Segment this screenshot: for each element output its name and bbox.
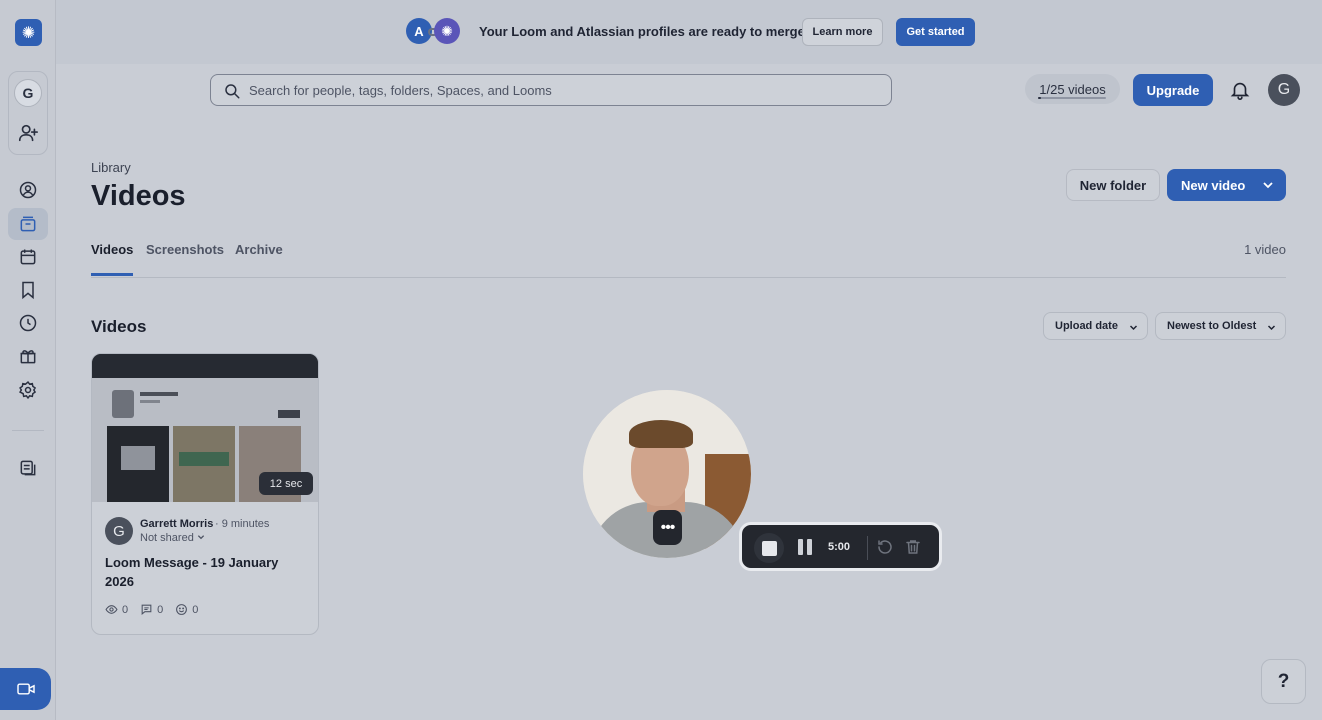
sidebar-item-calendar[interactable] <box>8 241 48 273</box>
bookmark-icon <box>22 281 34 300</box>
video-count: 1 video <box>1244 242 1286 257</box>
library-tabs: Videos Screenshots Archive 1 video <box>91 242 1286 278</box>
sort-field-label: Upload date <box>1055 320 1118 332</box>
search-input[interactable] <box>249 75 879 105</box>
loom-logo-icon: ✺ <box>434 18 460 44</box>
settings-icon <box>19 381 37 400</box>
reactions-count: 0 <box>192 603 199 616</box>
notes-icon <box>20 460 36 476</box>
views-stat: 0 <box>105 603 128 616</box>
help-button[interactable]: ? <box>1261 659 1306 704</box>
usage-indicator[interactable]: 1/25 videos <box>1025 74 1120 104</box>
new-video-button[interactable]: New video <box>1167 169 1286 201</box>
video-thumbnail[interactable]: 12 sec <box>92 354 318 502</box>
tab-screenshots[interactable]: Screenshots <box>146 242 224 276</box>
sidebar-divider <box>12 430 44 431</box>
pause-button[interactable] <box>798 539 812 555</box>
sharing-status-dropdown[interactable]: Not shared <box>140 532 205 544</box>
trash-icon[interactable] <box>904 538 922 556</box>
new-video-label: New video <box>1181 177 1246 193</box>
user-avatar[interactable]: G <box>1268 74 1300 106</box>
sort-order-label: Newest to Oldest <box>1167 320 1257 332</box>
workspace-group: G <box>8 71 48 155</box>
banner-message: Your Loom and Atlassian profiles are rea… <box>479 24 805 39</box>
sidebar-item-gifts[interactable] <box>8 340 48 372</box>
sidebar-item-library[interactable] <box>8 208 48 240</box>
comment-icon <box>141 604 152 615</box>
notification-bell-icon[interactable] <box>1229 79 1251 101</box>
eye-icon <box>105 605 118 614</box>
reactions-stat: 0 <box>175 603 198 616</box>
sidebar-item-history[interactable] <box>8 307 48 339</box>
usage-progress-bar <box>1038 97 1106 99</box>
learn-more-button[interactable]: Learn more <box>802 18 883 46</box>
chevron-down-icon <box>197 535 204 540</box>
new-folder-button[interactable]: New folder <box>1066 169 1160 201</box>
loom-logo-icon[interactable]: ✺ <box>15 19 42 46</box>
search-icon <box>225 84 240 99</box>
page-title: Videos <box>91 180 186 212</box>
duration-badge: 12 sec <box>259 472 313 495</box>
video-stats: 0 0 0 <box>105 603 198 616</box>
recording-controls: 5:00 <box>739 522 942 571</box>
clock-icon <box>19 314 37 332</box>
profile-icon <box>19 181 37 199</box>
sidebar-item-bookmarks[interactable] <box>8 274 48 306</box>
sort-order-dropdown[interactable]: Newest to Oldest <box>1155 312 1286 340</box>
gift-icon <box>20 350 36 364</box>
smiley-icon <box>176 604 188 615</box>
sidebar-item-profile[interactable] <box>8 174 48 206</box>
video-card[interactable]: 12 sec G Garrett Morris · 9 minutes Not … <box>91 353 319 635</box>
invite-user-icon[interactable] <box>17 122 39 144</box>
sidebar-item-settings[interactable] <box>8 374 48 406</box>
views-count: 0 <box>122 603 129 616</box>
camera-more-options-button[interactable]: ••• <box>653 510 682 545</box>
usage-progress-fill <box>1038 97 1041 99</box>
chevron-down-icon <box>1129 325 1138 331</box>
sort-field-dropdown[interactable]: Upload date <box>1043 312 1148 340</box>
record-button[interactable] <box>0 668 51 710</box>
comments-count: 0 <box>157 603 164 616</box>
chevron-down-icon <box>1263 182 1273 189</box>
banner-logos: A ✺ <box>406 17 462 45</box>
breadcrumb[interactable]: Library <box>91 160 131 175</box>
chevron-down-icon <box>1267 325 1276 331</box>
merge-banner: A ✺ Your Loom and Atlassian profiles are… <box>56 0 1322 64</box>
time-ago: · 9 minutes <box>215 518 270 530</box>
get-started-button[interactable]: Get started <box>896 18 975 46</box>
calendar-icon <box>20 249 36 265</box>
restart-icon[interactable] <box>876 538 894 556</box>
stop-icon <box>761 540 777 556</box>
search-bar[interactable] <box>210 74 892 106</box>
tab-videos[interactable]: Videos <box>91 242 134 276</box>
upgrade-button[interactable]: Upgrade <box>1133 74 1213 106</box>
video-camera-icon <box>16 683 35 695</box>
author-avatar: G <box>105 517 133 545</box>
author-name[interactable]: Garrett Morris <box>140 518 213 530</box>
video-title[interactable]: Loom Message - 19 January 2026 <box>105 553 305 591</box>
stop-recording-button[interactable] <box>754 533 784 563</box>
sharing-status: Not shared <box>140 532 194 544</box>
sidebar: ✺ G <box>0 0 56 720</box>
library-icon <box>20 216 36 232</box>
sidebar-item-notes[interactable] <box>8 452 48 484</box>
workspace-avatar[interactable]: G <box>14 79 42 107</box>
tab-archive[interactable]: Archive <box>235 242 283 276</box>
recording-timer: 5:00 <box>828 541 851 553</box>
comments-stat: 0 <box>140 603 163 616</box>
section-title: Videos <box>91 317 147 336</box>
